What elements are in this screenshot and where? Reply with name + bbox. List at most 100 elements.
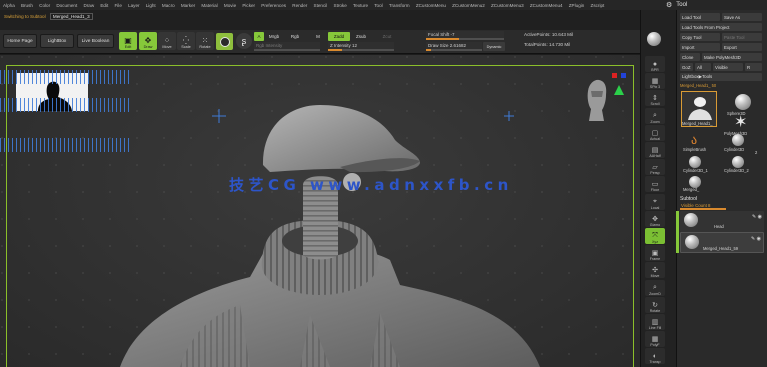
paste-tool-button[interactable]: Paste Tool [722, 33, 762, 41]
menu-item-alpha[interactable]: Alpha [3, 3, 15, 8]
dynamic-button[interactable]: Dynamic [483, 42, 505, 51]
a-toggle[interactable]: A [254, 32, 264, 41]
draw-size-slider[interactable]: Draw Size 2.61682 [426, 42, 482, 51]
clone-button[interactable]: Clone [680, 53, 700, 61]
load-tools-from-project-button[interactable]: Load Tools From Project [680, 23, 762, 31]
import-button[interactable]: Import [680, 43, 720, 51]
axis-gizmo-icon[interactable] [612, 73, 628, 99]
menu-item-render[interactable]: Render [292, 3, 307, 8]
make-polymesh-button[interactable]: Make PolyMesh3D [702, 53, 762, 61]
rgb-toggle[interactable]: Rgb [289, 32, 301, 41]
dock-label: Xyz [652, 240, 658, 244]
bpr-sphere-icon[interactable] [647, 32, 661, 46]
draw-mode-button[interactable]: ✥ Draw [139, 32, 157, 50]
menu-item-document[interactable]: Document [56, 3, 77, 8]
dock-frame-button[interactable]: ▣ Frame [645, 245, 665, 262]
tool-thumb-merged-head[interactable]: Merged_Head1_ [681, 91, 717, 127]
load-tool-button[interactable]: Load Tool [680, 13, 720, 21]
menu-item-picker[interactable]: Picker [242, 3, 255, 8]
subtool-row-merged[interactable]: Merged_Head1_59 ✎ ◉ [680, 232, 764, 253]
dock-persp-button[interactable]: ▱ Persp [645, 159, 665, 176]
r-button[interactable]: R [745, 63, 762, 71]
visible-button[interactable]: Visible [713, 63, 743, 71]
dock-zoomd-button[interactable]: ⌕ ZoomD [645, 279, 665, 296]
dock-floor-button[interactable]: ▭ Floor [645, 176, 665, 193]
navigation-head-icon[interactable] [583, 77, 611, 123]
menu-item-zcustommenu4[interactable]: ZCustomMenu4 [530, 3, 563, 8]
simplebrush-icon[interactable]: ა [691, 134, 697, 146]
menu-item-zcustommenu2[interactable]: ZCustomMenu2 [452, 3, 485, 8]
menu-item-color[interactable]: Color [39, 3, 50, 8]
dock-zoom-button[interactable]: ⌕ Zoom [645, 107, 665, 124]
dock-xyz-button[interactable]: ⤧ Xyz [645, 228, 665, 244]
rotate-mode-button[interactable]: ⁙ Rotate [196, 32, 214, 50]
dock-aahalf-button[interactable]: ▤ AAHalf [645, 142, 665, 158]
live-boolean-button[interactable]: Live Boolean [77, 34, 114, 48]
scale-mode-button[interactable]: ⁛ Scale [177, 32, 195, 50]
dock-actual-button[interactable]: ▢ Actual [645, 124, 665, 141]
home-page-button[interactable]: Home Page [3, 34, 37, 48]
export-button[interactable]: Export [722, 43, 762, 51]
visibility-eye-icon[interactable]: ✎ ◉ [751, 236, 761, 242]
goz-button[interactable]: GoZ [680, 63, 693, 71]
menu-item-zplugin[interactable]: ZPlugin [569, 3, 585, 8]
menu-item-macro[interactable]: Macro [162, 3, 175, 8]
zsub-toggle[interactable]: Zsub [354, 32, 368, 41]
menu-item-brush[interactable]: Brush [21, 3, 33, 8]
all-button[interactable]: All [695, 63, 711, 71]
menu-item-zscript[interactable]: Zscript [591, 3, 605, 8]
menu-item-layer[interactable]: Layer [128, 3, 140, 8]
visibility-eye-icon[interactable]: ✎ ◉ [752, 214, 762, 220]
material-swatch[interactable] [216, 33, 233, 50]
cylinder3d-1-thumb[interactable] [689, 156, 701, 168]
menu-item-edit[interactable]: Edit [100, 3, 108, 8]
menu-item-light[interactable]: Light [146, 3, 156, 8]
subtool-section-title[interactable]: Subtool [680, 196, 697, 202]
z-intensity-slider[interactable]: Z Intensity 12 [328, 42, 394, 51]
dock-rotate-button[interactable]: ↻ Rotate [645, 296, 665, 313]
spiral-stroke-icon[interactable]: ʂ [236, 33, 252, 49]
menu-item-stencil[interactable]: Stencil [314, 3, 328, 8]
save-as-button[interactable]: Save As [722, 13, 762, 21]
menu-item-marker[interactable]: Marker [181, 3, 195, 8]
dock-polyf-button[interactable]: ▦ PolyF [645, 331, 665, 348]
focal-shift-slider[interactable]: Focal Shift -7 [426, 31, 504, 40]
menu-item-file[interactable]: File [114, 3, 121, 8]
dock-line-fill-button[interactable]: ▥ Line Fill [645, 314, 665, 330]
mrgb-toggle[interactable]: Mrgb [267, 32, 281, 41]
dock-move-button[interactable]: ✣ Move [645, 262, 665, 279]
lightbox-button[interactable]: LightBox [40, 34, 74, 48]
m-toggle[interactable]: M [315, 32, 321, 41]
copy-tool-button[interactable]: Copy Tool [680, 33, 720, 41]
dock-bpr-button[interactable]: ● BPR [645, 56, 665, 72]
menu-item-material[interactable]: Material [201, 3, 217, 8]
dock-scroll-button[interactable]: ⇕ Scroll [645, 90, 665, 107]
subtool-list-scrollbar[interactable] [676, 211, 679, 253]
dock-spix-3-button[interactable]: ▦ SPix 3 [645, 73, 665, 90]
zcut-toggle[interactable]: Zcut [380, 32, 394, 41]
menu-item-stroke[interactable]: Stroke [334, 3, 347, 8]
menu-item-zcustommenu[interactable]: ZCustomMenu [416, 3, 446, 8]
cylinder3d-thumb[interactable] [732, 134, 744, 146]
move-mode-button[interactable]: ⁘ Move [158, 32, 176, 50]
menu-item-zcustommenu3[interactable]: ZCustomMenu3 [491, 3, 524, 8]
menu-item-draw[interactable]: Draw [83, 3, 94, 8]
zadd-toggle[interactable]: Zadd [328, 32, 350, 41]
menu-item-texture[interactable]: Texture [353, 3, 368, 8]
edit-mode-button[interactable]: ▣ Edit [119, 32, 137, 50]
rgb-intensity-slider[interactable]: Rgb Intensity [254, 42, 320, 51]
3d-viewport[interactable]: 技艺CG www.adnxxfb.cn [0, 55, 640, 367]
menu-item-movie[interactable]: Movie [224, 3, 236, 8]
polymesh-star-icon[interactable]: ✶ [734, 115, 747, 131]
tool-palette-header[interactable]: ⚙ Tool [660, 0, 767, 10]
dock-local-button[interactable]: ⌖ Local [645, 193, 665, 210]
menu-item-tool[interactable]: Tool [374, 3, 382, 8]
menu-item-transform[interactable]: Transform [389, 3, 410, 8]
dock-transp-button[interactable]: ◐ Transp [645, 348, 665, 365]
menu-item-preferences[interactable]: Preferences [261, 3, 286, 8]
cylinder3d-2-thumb[interactable] [732, 156, 744, 168]
subtool-row-head[interactable]: Head ✎ ◉ [680, 211, 764, 232]
dock-gizmo-button[interactable]: ✥ Gizmo [645, 210, 665, 227]
lightbox-tools-button[interactable]: Lightbox▶Tools [680, 73, 762, 81]
sphere3d-thumb[interactable] [735, 94, 751, 110]
